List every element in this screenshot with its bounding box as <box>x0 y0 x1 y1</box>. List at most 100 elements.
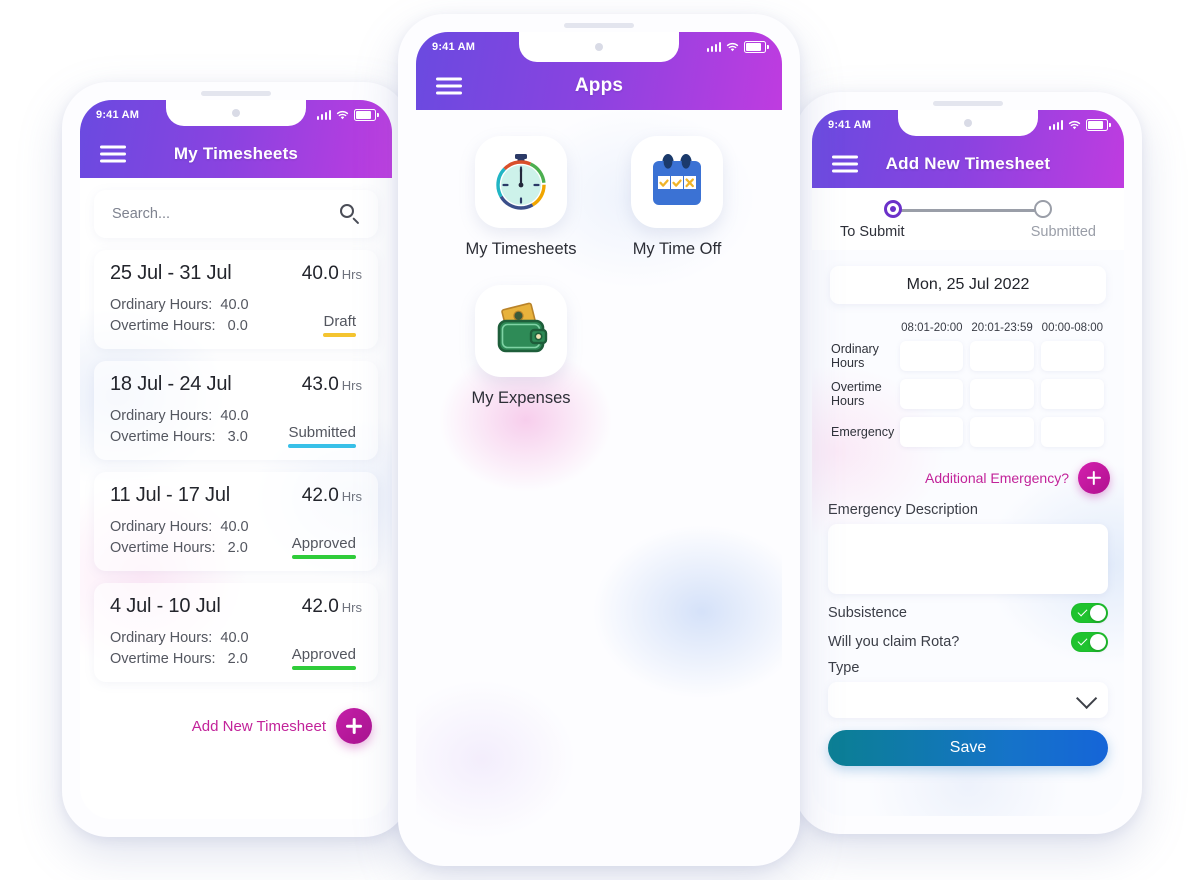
status-badge: Submitted <box>288 424 356 449</box>
add-emergency-button[interactable] <box>1078 462 1110 494</box>
cell[interactable] <box>1040 416 1105 448</box>
overtime-hours-input-2[interactable] <box>970 379 1034 409</box>
app-grid: My Timesheets My Time Off My Expenses <box>456 136 742 408</box>
phone-left: 9:41 AM My Timesheets Search... 25 Jul -… <box>62 82 410 837</box>
search-icon[interactable] <box>340 204 360 224</box>
cell[interactable] <box>969 416 1034 448</box>
date-picker-field[interactable]: Mon, 25 Jul 2022 <box>830 266 1106 304</box>
app-tile[interactable] <box>475 136 567 228</box>
ordinary-hours-input-1[interactable] <box>900 341 964 371</box>
app-bar-row: My Timesheets <box>80 130 392 178</box>
status-time: 9:41 AM <box>432 41 476 53</box>
cell[interactable] <box>899 416 964 448</box>
ordinary-hours-input-2[interactable] <box>970 341 1034 371</box>
page-title: My Timesheets <box>173 144 299 163</box>
table-row: Emergency <box>831 416 1105 448</box>
stepper-label-submitted: Submitted <box>1030 224 1096 240</box>
timesheet-card[interactable]: 18 Jul - 24 Jul 43.0 Hrs Ordinary Hours: … <box>94 361 378 461</box>
emergency-input-1[interactable] <box>900 417 964 447</box>
timesheet-total-hours: 42.0 Hrs <box>301 485 362 507</box>
column-header: 00:00-08:00 <box>1041 322 1104 334</box>
additional-emergency-row[interactable]: Additional Emergency? <box>826 462 1110 494</box>
emergency-input-3[interactable] <box>1040 417 1104 447</box>
app-item-my-time-off[interactable]: My Time Off <box>612 136 742 259</box>
app-tile[interactable] <box>631 136 723 228</box>
chevron-down-icon <box>1076 687 1098 709</box>
column-header: 20:01-23:59 <box>971 322 1033 334</box>
screenshot-root: 9:41 AM My Timesheets Search... 25 Jul -… <box>0 0 1200 880</box>
progress-stepper: To Submit Submitted <box>812 188 1124 250</box>
timesheet-hours-detail: Ordinary Hours: 40.0 Overtime Hours: 3.0 <box>110 408 249 446</box>
ordinary-hours-input-3[interactable] <box>1040 341 1104 371</box>
timesheet-total-hours: 40.0 Hrs <box>301 263 362 284</box>
cell[interactable] <box>969 340 1034 372</box>
column-header: 08:01-20:00 <box>901 322 963 334</box>
subsistence-label: Subsistence <box>828 605 907 621</box>
stepper-dot-to-submit[interactable] <box>884 200 902 218</box>
rota-label: Will you claim Rota? <box>828 634 960 650</box>
additional-emergency-label: Additional Emergency? <box>925 470 1069 486</box>
timesheet-card[interactable]: 4 Jul - 10 Jul 42.0 Hrs Ordinary Hours: 4… <box>94 583 378 683</box>
cell[interactable] <box>1040 340 1105 372</box>
earpiece-speaker <box>564 23 634 28</box>
stepper-label-to-submit: To Submit <box>840 224 905 240</box>
emergency-input-2[interactable] <box>970 417 1034 447</box>
timesheet-hours-detail: Ordinary Hours: 40.0 Overtime Hours: 0.0 <box>110 297 249 335</box>
stepper-dot-submitted[interactable] <box>1034 200 1052 218</box>
search-input[interactable]: Search... <box>94 190 378 238</box>
timesheet-date-range: 18 Jul - 24 Jul <box>110 373 232 396</box>
wallet-icon <box>497 302 548 353</box>
app-tile[interactable] <box>475 285 567 377</box>
status-underline <box>291 666 356 671</box>
table-row: Overtime Hours <box>831 378 1105 410</box>
add-new-timesheet-row[interactable]: Add New Timesheet <box>94 708 378 745</box>
app-label: My Expenses <box>471 389 571 407</box>
overtime-hours-input-1[interactable] <box>900 379 964 409</box>
timesheet-total-hours: 43.0 Hrs <box>301 374 362 396</box>
type-select[interactable] <box>828 682 1108 718</box>
timesheet-list-body: Search... 25 Jul - 31 Jul 40.0 Hrs Ordina… <box>80 178 392 819</box>
status-time: 9:41 AM <box>96 109 140 121</box>
wifi-icon <box>336 110 349 119</box>
signal-icon <box>316 110 331 120</box>
status-badge: Draft <box>323 313 356 338</box>
cell[interactable] <box>899 378 964 410</box>
phone-left-screen: 9:41 AM My Timesheets Search... 25 Jul -… <box>80 100 392 819</box>
add-plus-button[interactable] <box>336 708 372 745</box>
timesheet-hours-detail: Ordinary Hours: 40.0 Overtime Hours: 2.0 <box>110 630 249 668</box>
earpiece-speaker <box>933 101 1003 106</box>
emergency-description-input[interactable] <box>828 524 1108 594</box>
subsistence-toggle[interactable] <box>1071 603 1108 623</box>
rota-toggle[interactable] <box>1071 632 1108 652</box>
timesheet-date-range: 25 Jul - 31 Jul <box>110 262 232 284</box>
corner-cell <box>831 322 894 334</box>
status-badge: Approved <box>291 535 356 560</box>
app-item-my-expenses[interactable]: My Expenses <box>456 285 586 408</box>
status-icons <box>1048 119 1111 131</box>
timesheet-card-bottom: Ordinary Hours: 40.0 Overtime Hours: 3.0 … <box>110 406 362 449</box>
phone-right: 9:41 AM Add New Timesheet To Submit Subm… <box>794 92 1142 834</box>
front-camera-icon <box>595 43 603 51</box>
timesheet-card[interactable]: 25 Jul - 31 Jul 40.0 Hrs Ordinary Hours: … <box>94 250 378 350</box>
hamburger-menu-icon[interactable] <box>436 77 462 95</box>
cell[interactable] <box>969 378 1034 410</box>
search-placeholder: Search... <box>112 206 171 222</box>
phone-middle-screen: 9:41 AM Apps My Timesheets My Time Off M… <box>416 32 782 848</box>
timesheet-card[interactable]: 11 Jul - 17 Jul 42.0 Hrs Ordinary Hours: … <box>94 472 378 572</box>
timesheet-date-range: 11 Jul - 17 Jul <box>110 484 231 507</box>
save-button[interactable]: Save <box>828 730 1108 766</box>
status-underline <box>288 444 356 449</box>
stepper-track <box>884 200 1052 220</box>
cell[interactable] <box>899 340 964 372</box>
hamburger-menu-icon[interactable] <box>100 145 126 163</box>
overtime-hours-input-3[interactable] <box>1040 379 1104 409</box>
app-item-my-timesheets[interactable]: My Timesheets <box>456 136 586 259</box>
notch <box>519 32 679 62</box>
timesheet-total-hours: 42.0 Hrs <box>301 596 362 618</box>
table-header-row: 08:01-20:00 20:01-23:59 00:00-08:00 <box>831 322 1105 334</box>
timesheet-card-top: 4 Jul - 10 Jul 42.0 Hrs <box>110 595 362 618</box>
add-timesheet-form: To Submit Submitted Mon, 25 Jul 2022 08:… <box>812 188 1124 816</box>
cell[interactable] <box>1040 378 1105 410</box>
hamburger-menu-icon[interactable] <box>832 155 858 173</box>
rota-row: Will you claim Rota? <box>828 632 1108 652</box>
